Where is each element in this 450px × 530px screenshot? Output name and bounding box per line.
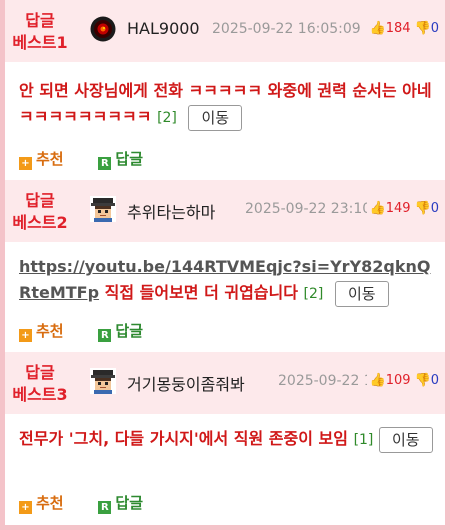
downvote-count: 0	[430, 21, 439, 36]
comment-body: 안 되면 사장님에게 전화 ㅋㅋㅋㅋㅋ 와중에 권력 순서는 아네 ㅋㅋㅋㅋㅋㅋ…	[19, 78, 437, 131]
downvote-button[interactable]: 👎0	[415, 373, 439, 388]
best-badge: 답글 베스트3	[5, 362, 75, 406]
nickname[interactable]: HAL9000	[127, 19, 200, 38]
downvote-button[interactable]: 👎0	[415, 201, 439, 216]
upvote-count: 149	[385, 201, 411, 216]
badge-line1: 답글	[25, 191, 55, 210]
move-button[interactable]: 이동	[378, 426, 433, 453]
badge-line2: 베스트3	[12, 385, 68, 404]
reply-button[interactable]: R 답글	[98, 150, 143, 170]
thumbs-down-icon: 👎	[414, 201, 431, 216]
badge-line2: 베스트1	[12, 33, 68, 52]
thumbs-up-icon: 👍	[369, 201, 386, 216]
reply-label: 답글	[115, 494, 143, 512]
comment-actions: + 추천 R 답글	[19, 148, 143, 170]
comment-date: 2025-09-22 16:05:09	[212, 21, 361, 37]
reply-icon: R	[98, 329, 112, 342]
comment-header: 답글 베스트2 추위타는하마 2025-09-22 23:10:04 👍149 👎…	[5, 180, 445, 242]
vote-counts: 👍109 👎0	[366, 373, 439, 388]
reply-icon: R	[98, 501, 112, 514]
upvote-button[interactable]: 👍184	[370, 21, 411, 36]
recommend-button[interactable]: + 추천	[19, 150, 64, 170]
comment-actions: + 추천 R 답글	[19, 492, 143, 514]
pixel-character-avatar[interactable]	[90, 368, 116, 394]
recommend-label: 추천	[36, 494, 64, 512]
recommend-button[interactable]: + 추천	[19, 322, 64, 342]
thumbs-down-icon: 👎	[414, 373, 431, 388]
thumbs-up-icon: 👍	[369, 373, 386, 388]
badge-line1: 답글	[25, 363, 55, 382]
badge-line2: 베스트2	[12, 213, 68, 232]
thumbs-down-icon: 👎	[414, 21, 431, 36]
reply-icon: R	[98, 157, 112, 170]
reply-button[interactable]: R 답글	[98, 322, 143, 342]
reply-button[interactable]: R 답글	[98, 494, 143, 514]
best-badge: 답글 베스트2	[5, 190, 75, 234]
pixel-character-avatar[interactable]	[90, 196, 116, 222]
comment-text: 직접 들어보면 더 귀엽습니다	[99, 283, 298, 302]
downvote-button[interactable]: 👎0	[415, 21, 439, 36]
move-button[interactable]: 이동	[188, 104, 243, 131]
reply-count: [1]	[353, 432, 374, 448]
move-button[interactable]: 이동	[334, 280, 389, 307]
recommend-label: 추천	[36, 322, 64, 340]
comment-header: 답글 베스트1 HAL9000 2025-09-22 16:05:09 👍184…	[5, 0, 445, 62]
plus-icon: +	[19, 501, 32, 514]
hal9000-eye-avatar[interactable]	[90, 16, 116, 42]
downvote-count: 0	[430, 373, 439, 388]
comment-body: 전무가 '그치, 다들 가시지'에서 직원 존중이 보임 [1] 이동	[19, 426, 437, 453]
comment-header: 답글 베스트3 거기몽둥이좀줘봐 2025-09-22 13:03:18 👍10…	[5, 352, 445, 414]
reply-label: 답글	[115, 322, 143, 340]
comment-actions: + 추천 R 답글	[19, 320, 143, 342]
comment-text: 전무가 '그치, 다들 가시지'에서 직원 존중이 보임	[19, 429, 348, 448]
nickname[interactable]: 추위타는하마	[127, 199, 215, 223]
upvote-count: 184	[385, 21, 411, 36]
recommend-label: 추천	[36, 150, 64, 168]
comment-body: https://youtu.be/144RTVMEqjc?si=YrY82qkn…	[19, 254, 437, 307]
badge-line1: 답글	[25, 11, 55, 30]
thumbs-up-icon: 👍	[369, 21, 386, 36]
upvote-count: 109	[385, 373, 411, 388]
plus-icon: +	[19, 329, 32, 342]
reply-count: [2]	[303, 286, 324, 302]
vote-counts: 👍149 👎0	[366, 201, 439, 216]
plus-icon: +	[19, 157, 32, 170]
downvote-count: 0	[430, 201, 439, 216]
upvote-button[interactable]: 👍109	[370, 373, 411, 388]
recommend-button[interactable]: + 추천	[19, 494, 64, 514]
reply-count: [2]	[157, 110, 177, 126]
upvote-button[interactable]: 👍149	[370, 201, 411, 216]
best-badge: 답글 베스트1	[5, 10, 75, 54]
vote-counts: 👍184 👎0	[366, 21, 439, 36]
reply-label: 답글	[115, 150, 143, 168]
best-comments-panel: 답글 베스트1 HAL9000 2025-09-22 16:05:09 👍184…	[5, 0, 445, 525]
nickname[interactable]: 거기몽둥이좀줘봐	[127, 371, 245, 395]
